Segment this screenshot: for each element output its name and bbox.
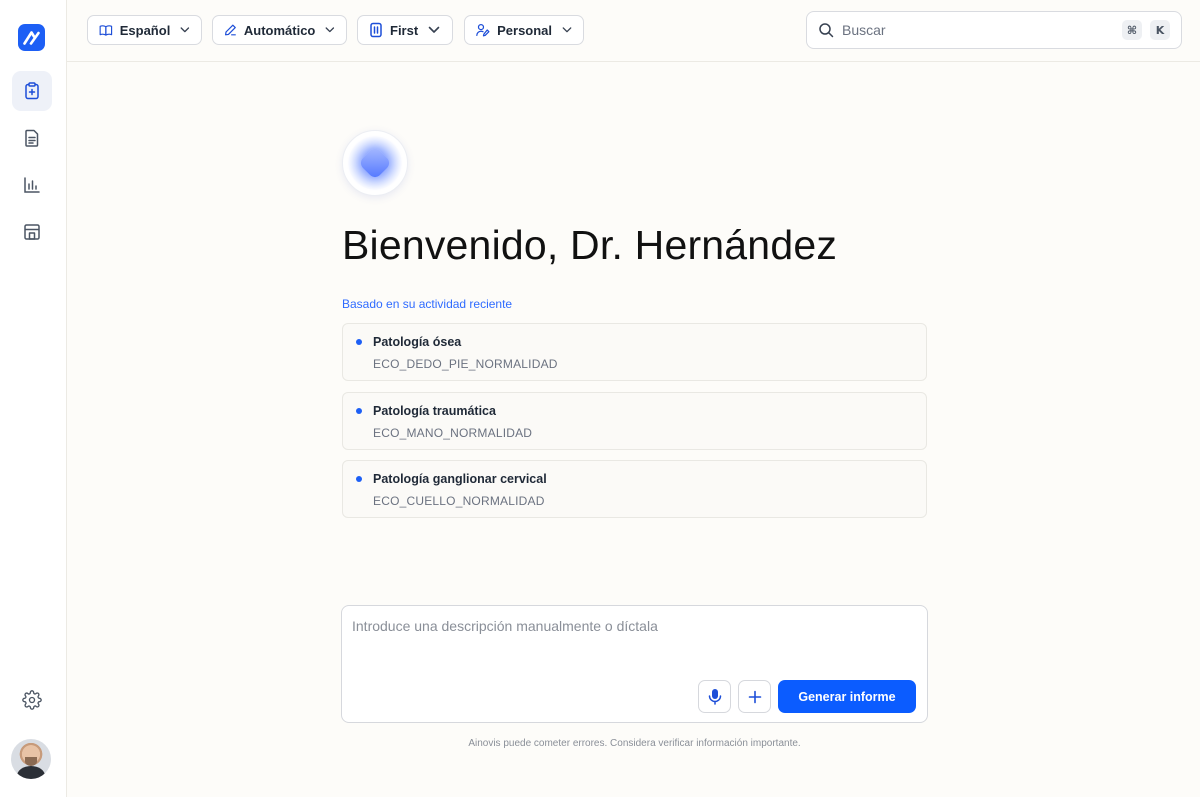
chevron-down-icon [325, 27, 335, 33]
recent-item[interactable]: Patología ganglionar cervical ECO_CUELLO… [342, 460, 927, 518]
chevron-down-icon [428, 26, 440, 33]
sidebar-item-documents[interactable] [12, 118, 52, 158]
add-attachment-button[interactable] [738, 680, 771, 713]
file-icon [370, 22, 382, 38]
language-label: Español [119, 22, 171, 38]
shortcut-k-key: K [1150, 20, 1170, 40]
bullet-icon [356, 476, 362, 482]
clipboard-plus-icon [25, 82, 39, 100]
recent-item-title: Patología traumática [373, 404, 496, 418]
search-icon [819, 23, 834, 38]
recent-item-code: ECO_MANO_NORMALIDAD [373, 426, 533, 440]
user-edit-icon [476, 23, 490, 37]
book-open-icon [99, 24, 113, 36]
recent-item[interactable]: Patología traumática ECO_MANO_NORMALIDAD [342, 392, 927, 450]
microphone-icon [708, 689, 721, 705]
sidebar-item-templates[interactable] [12, 212, 52, 252]
sidebar-item-statistics[interactable] [12, 165, 52, 205]
composer: Generar informe [341, 605, 928, 723]
avatar-beard [25, 757, 37, 766]
template-dropdown[interactable]: First [357, 15, 453, 45]
logo-icon [23, 31, 40, 45]
mode-dropdown[interactable]: Automático [212, 15, 347, 45]
disclaimer-text: Ainovis puede cometer errores. Considera… [468, 738, 801, 749]
document-icon [25, 129, 39, 147]
layout-icon [24, 224, 40, 240]
pen-icon [225, 24, 236, 36]
dictate-button[interactable] [698, 680, 731, 713]
user-avatar[interactable] [11, 739, 51, 779]
welcome-title: Bienvenido, Dr. Hernández [342, 222, 838, 268]
template-label: First [390, 22, 419, 38]
sidebar-item-new-report[interactable] [12, 71, 52, 111]
recent-item-code: ECO_CUELLO_NORMALIDAD [373, 494, 545, 508]
assistant-orb [342, 130, 408, 196]
gear-icon [22, 690, 42, 710]
profile-label: Personal [497, 22, 553, 38]
chevron-down-icon [562, 27, 572, 33]
recent-activity-label: Basado en su actividad reciente [342, 297, 513, 311]
mode-label: Automático [243, 22, 316, 38]
shortcut-cmd-key: ⌘ [1122, 20, 1142, 40]
language-dropdown[interactable]: Español [87, 15, 202, 45]
sidebar [0, 0, 67, 797]
avatar-shirt [17, 766, 45, 779]
chevron-down-icon [180, 27, 190, 33]
search-box[interactable]: ⌘ K [806, 11, 1182, 49]
app-logo[interactable] [18, 24, 45, 51]
recent-item-code: ECO_DEDO_PIE_NORMALIDAD [373, 357, 558, 371]
settings-button[interactable] [12, 680, 52, 720]
sparkle-icon [358, 146, 392, 180]
bullet-icon [356, 339, 362, 345]
bullet-icon [356, 408, 362, 414]
bar-chart-icon [24, 177, 40, 193]
recent-item-title: Patología ganglionar cervical [373, 472, 547, 486]
plus-icon [748, 690, 761, 703]
description-input[interactable] [352, 618, 912, 668]
orb-glow [348, 136, 402, 190]
search-input[interactable] [842, 22, 1114, 38]
profile-dropdown[interactable]: Personal [464, 15, 584, 45]
recent-item-title: Patología ósea [373, 335, 462, 349]
top-bar: Español Automático First Personal Buscar… [67, 0, 1200, 62]
generate-report-button[interactable]: Generar informe [778, 680, 916, 713]
recent-item[interactable]: Patología ósea ECO_DEDO_PIE_NORMALIDAD [342, 323, 927, 381]
